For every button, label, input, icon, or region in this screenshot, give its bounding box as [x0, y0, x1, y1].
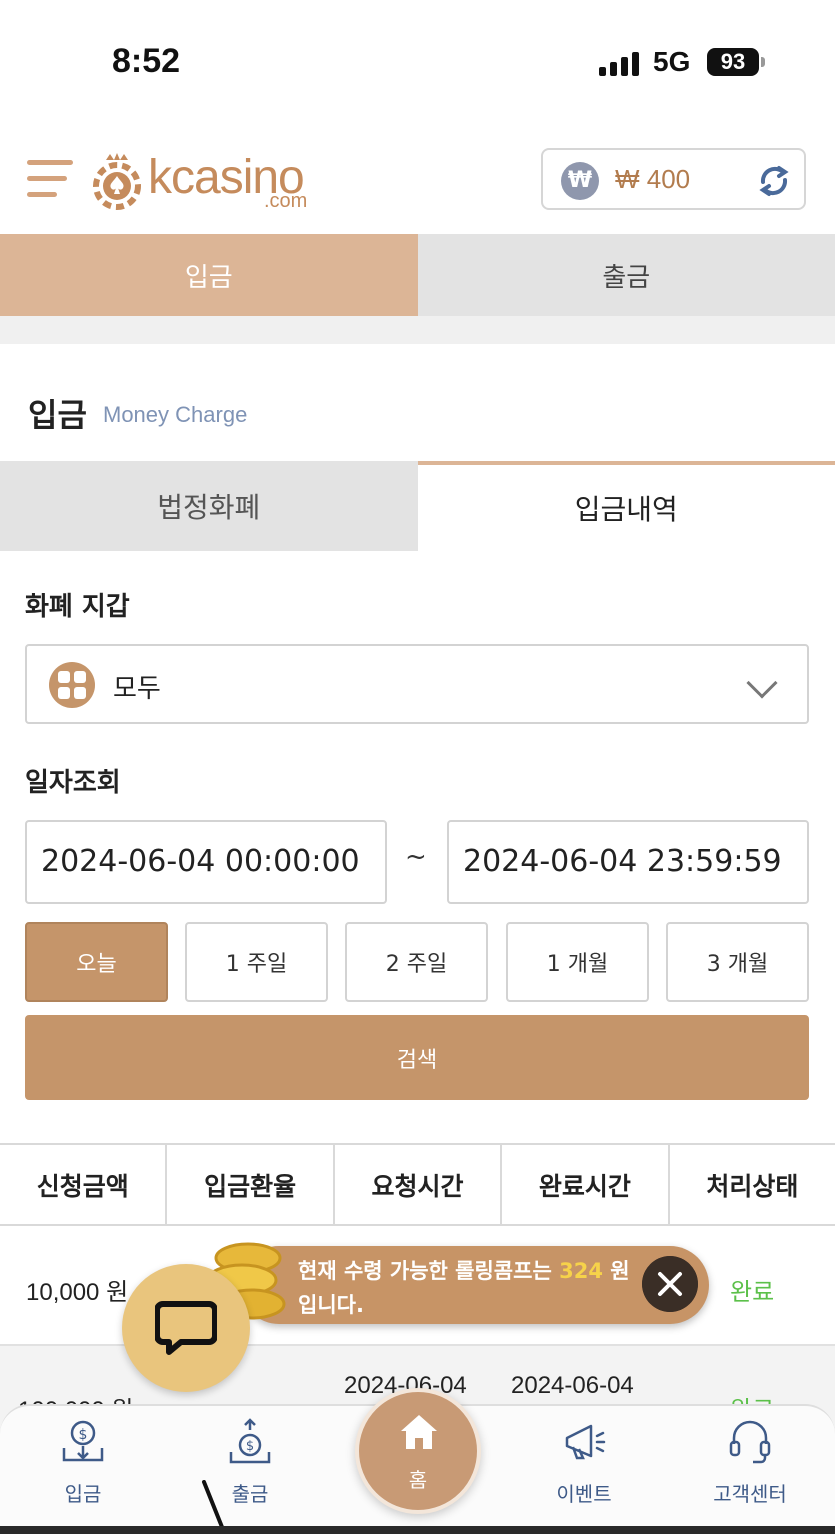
- chevron-down-icon: [746, 667, 778, 699]
- nav-label: 입금: [64, 1482, 102, 1506]
- end-date-input[interactable]: 2024-06-04 23:59:59: [447, 820, 809, 904]
- table-header: 신청금액 입금환율 요청시간 완료시간 처리상태: [0, 1143, 835, 1226]
- balance-box: ₩ ₩ 400: [541, 148, 806, 210]
- notice-highlight: 324: [559, 1259, 603, 1283]
- refresh-icon[interactable]: [755, 162, 793, 200]
- divider-band: [0, 316, 835, 344]
- column-header: 신청금액: [0, 1145, 168, 1224]
- period-3months-button[interactable]: 3 개월: [666, 922, 809, 1002]
- home-icon: [401, 1415, 437, 1449]
- chat-button[interactable]: [122, 1264, 250, 1392]
- wallet-select[interactable]: 모두: [25, 644, 809, 724]
- sub-tabs: 법정화폐 입금내역: [0, 461, 835, 551]
- nav-label: 고객센터: [713, 1482, 787, 1506]
- tab-fiat[interactable]: 법정화폐: [0, 461, 418, 551]
- menu-icon[interactable]: [27, 156, 73, 202]
- network-type: 5G: [653, 46, 691, 77]
- nav-customer-center[interactable]: 고객센터: [690, 1418, 810, 1518]
- balance-amount: ₩ 400: [615, 164, 691, 194]
- all-wallets-icon: [49, 662, 95, 708]
- svg-text:$: $: [79, 1427, 88, 1443]
- megaphone-icon: [565, 1424, 606, 1460]
- signal-icon: [599, 52, 641, 76]
- period-1week-button[interactable]: 1 주일: [185, 922, 328, 1002]
- tab-deposit-history[interactable]: 입금내역: [417, 461, 835, 551]
- search-button[interactable]: 검색: [25, 1015, 809, 1100]
- nav-label: 홈: [408, 1468, 428, 1492]
- period-2weeks-button[interactable]: 2 주일: [345, 922, 488, 1002]
- wallet-label: 화폐 지갑: [25, 592, 130, 622]
- won-icon: ₩: [561, 162, 599, 200]
- top-tabs: 입금 출금: [0, 234, 835, 316]
- poker-chip-icon: [93, 153, 141, 210]
- period-1month-button[interactable]: 1 개월: [506, 922, 649, 1002]
- gesture-bar: [0, 1526, 835, 1534]
- rolling-comp-notice: 현재 수령 가능한 롤링콤프는 324 원 입니다.: [240, 1246, 709, 1324]
- page-title: 입금: [28, 396, 87, 434]
- date-query-label: 일자조회: [25, 768, 121, 798]
- column-header: 입금환율: [167, 1145, 335, 1224]
- date-separator: ~: [405, 842, 427, 872]
- svg-text:$: $: [246, 1439, 254, 1454]
- logo[interactable]: kcasino .com: [92, 150, 332, 212]
- deposit-icon: $: [62, 1420, 104, 1462]
- row-complete-time: 2024-06-04: [511, 1372, 634, 1399]
- wallet-select-value: 모두: [113, 674, 161, 704]
- start-date-input[interactable]: 2024-06-04 00:00:00: [25, 820, 387, 904]
- tab-withdraw[interactable]: 출금: [417, 234, 835, 316]
- tab-deposit[interactable]: 입금: [0, 234, 418, 316]
- battery-icon: 93: [707, 48, 759, 76]
- headset-icon: [729, 1420, 771, 1464]
- page-subtitle: Money Charge: [103, 402, 248, 427]
- notice-text: 현재 수령 가능한 롤링콤프는 324 원 입니다.: [298, 1254, 638, 1322]
- nav-event[interactable]: 이벤트: [524, 1418, 644, 1518]
- row-status: 완료: [730, 1279, 775, 1306]
- close-icon[interactable]: [642, 1256, 698, 1312]
- column-header: 요청시간: [335, 1145, 503, 1224]
- status-time: 8:52: [112, 42, 181, 80]
- logo-sub: .com: [264, 190, 308, 212]
- withdraw-icon: $: [229, 1418, 271, 1464]
- column-header: 완료시간: [502, 1145, 670, 1224]
- row-amount: 10,000 원: [26, 1279, 129, 1306]
- column-header: 처리상태: [706, 1171, 799, 1201]
- nav-label: 이벤트: [556, 1482, 612, 1506]
- chat-icon: [155, 1301, 217, 1355]
- period-today-button[interactable]: 오늘: [25, 922, 168, 1002]
- nav-home[interactable]: 홈: [355, 1388, 481, 1514]
- nav-deposit[interactable]: $ 입금: [23, 1418, 143, 1518]
- status-bar: 8:52 5G 93: [0, 0, 835, 120]
- app-header: kcasino .com ₩ ₩ 400: [0, 120, 835, 234]
- battery-tip: [761, 57, 765, 67]
- notice-text-before: 현재 수령 가능한 롤링콤프는: [298, 1259, 560, 1283]
